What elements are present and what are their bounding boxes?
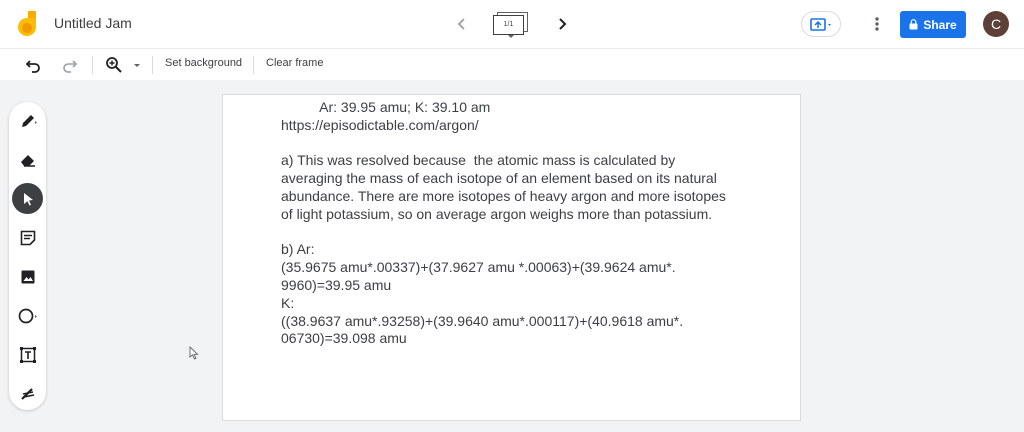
text-line: 06730)=39.098 amu: [281, 330, 407, 347]
share-label: Share: [923, 17, 957, 32]
zoom-in-icon[interactable]: [104, 55, 124, 75]
top-app-bar: Untitled Jam 1/1 Share C: [0, 0, 1024, 48]
eraser-icon: [20, 154, 35, 167]
eraser-tool[interactable]: [12, 144, 43, 175]
shape-tool[interactable]: [12, 300, 43, 331]
present-button[interactable]: [801, 11, 841, 37]
text-line: of light potassium, so on average argon …: [281, 205, 713, 222]
text-box-icon: [19, 346, 36, 363]
laser-icon: [20, 387, 34, 400]
share-button[interactable]: Share: [900, 11, 966, 38]
toolbar-divider: [92, 56, 93, 74]
toolbar-divider: [152, 56, 153, 74]
tool-panel: [9, 102, 46, 410]
text-box-tool[interactable]: [12, 339, 43, 370]
chevron-down-icon: [508, 35, 514, 38]
pen-icon: [21, 114, 37, 127]
circle-shape-icon: [18, 308, 37, 323]
more-vert-icon[interactable]: [870, 12, 884, 36]
sticky-note-icon: [20, 230, 35, 245]
text-line: [281, 224, 791, 242]
select-tool[interactable]: [12, 183, 43, 214]
avatar[interactable]: C: [983, 11, 1009, 37]
pen-tool[interactable]: [12, 105, 43, 136]
frame-bar-toggle[interactable]: 1/1: [493, 12, 529, 38]
lock-icon: [909, 19, 918, 30]
laser-tool[interactable]: [12, 378, 43, 409]
sticky-note-tool[interactable]: [12, 222, 43, 253]
redo-icon[interactable]: [59, 55, 79, 75]
text-box[interactable]: Ar: 39.95 amu; K: 39.10 am https://episod…: [281, 99, 791, 348]
undo-icon[interactable]: [24, 55, 44, 75]
text-line: b) Ar:: [281, 241, 315, 258]
set-background-button[interactable]: Set background: [165, 57, 242, 69]
present-to-screen-icon: [810, 18, 831, 31]
text-line: 9960)=39.95 amu: [281, 276, 392, 293]
toolbar-divider: [253, 56, 254, 74]
chevron-down-icon[interactable]: [134, 64, 140, 67]
image-tool[interactable]: [12, 261, 43, 292]
edit-toolbar: Set background Clear frame: [0, 48, 1024, 80]
frame-counter: 1/1: [493, 15, 524, 35]
text-line: abundance. There are more isotopes of he…: [281, 187, 726, 204]
chevron-left-icon[interactable]: [452, 12, 472, 36]
jam-frame-canvas[interactable]: Ar: 39.95 amu; K: 39.10 am https://episod…: [222, 94, 801, 421]
text-line: https://episodictable.com/argon/: [281, 116, 479, 133]
clear-frame-button[interactable]: Clear frame: [266, 57, 323, 69]
document-title[interactable]: Untitled Jam: [54, 15, 132, 31]
select-arrow-icon: [23, 192, 33, 205]
text-line: K:: [281, 294, 295, 311]
image-icon: [21, 270, 34, 283]
text-line: averaging the mass of each isotope of an…: [281, 170, 717, 187]
text-line: (35.9675 amu*.00337)+(37.9627 amu *.0006…: [281, 259, 676, 276]
mouse-cursor-icon: [189, 346, 199, 360]
jamboard-logo-icon[interactable]: [14, 10, 42, 38]
text-line: ((38.9637 amu*.93258)+(39.9640 amu*.0001…: [281, 312, 684, 329]
text-line: Ar: 39.95 amu; K: 39.10 am: [281, 99, 491, 115]
text-line: [281, 135, 791, 153]
text-line: a) This was resolved because the atomic …: [281, 152, 676, 169]
chevron-right-icon[interactable]: [552, 12, 572, 36]
